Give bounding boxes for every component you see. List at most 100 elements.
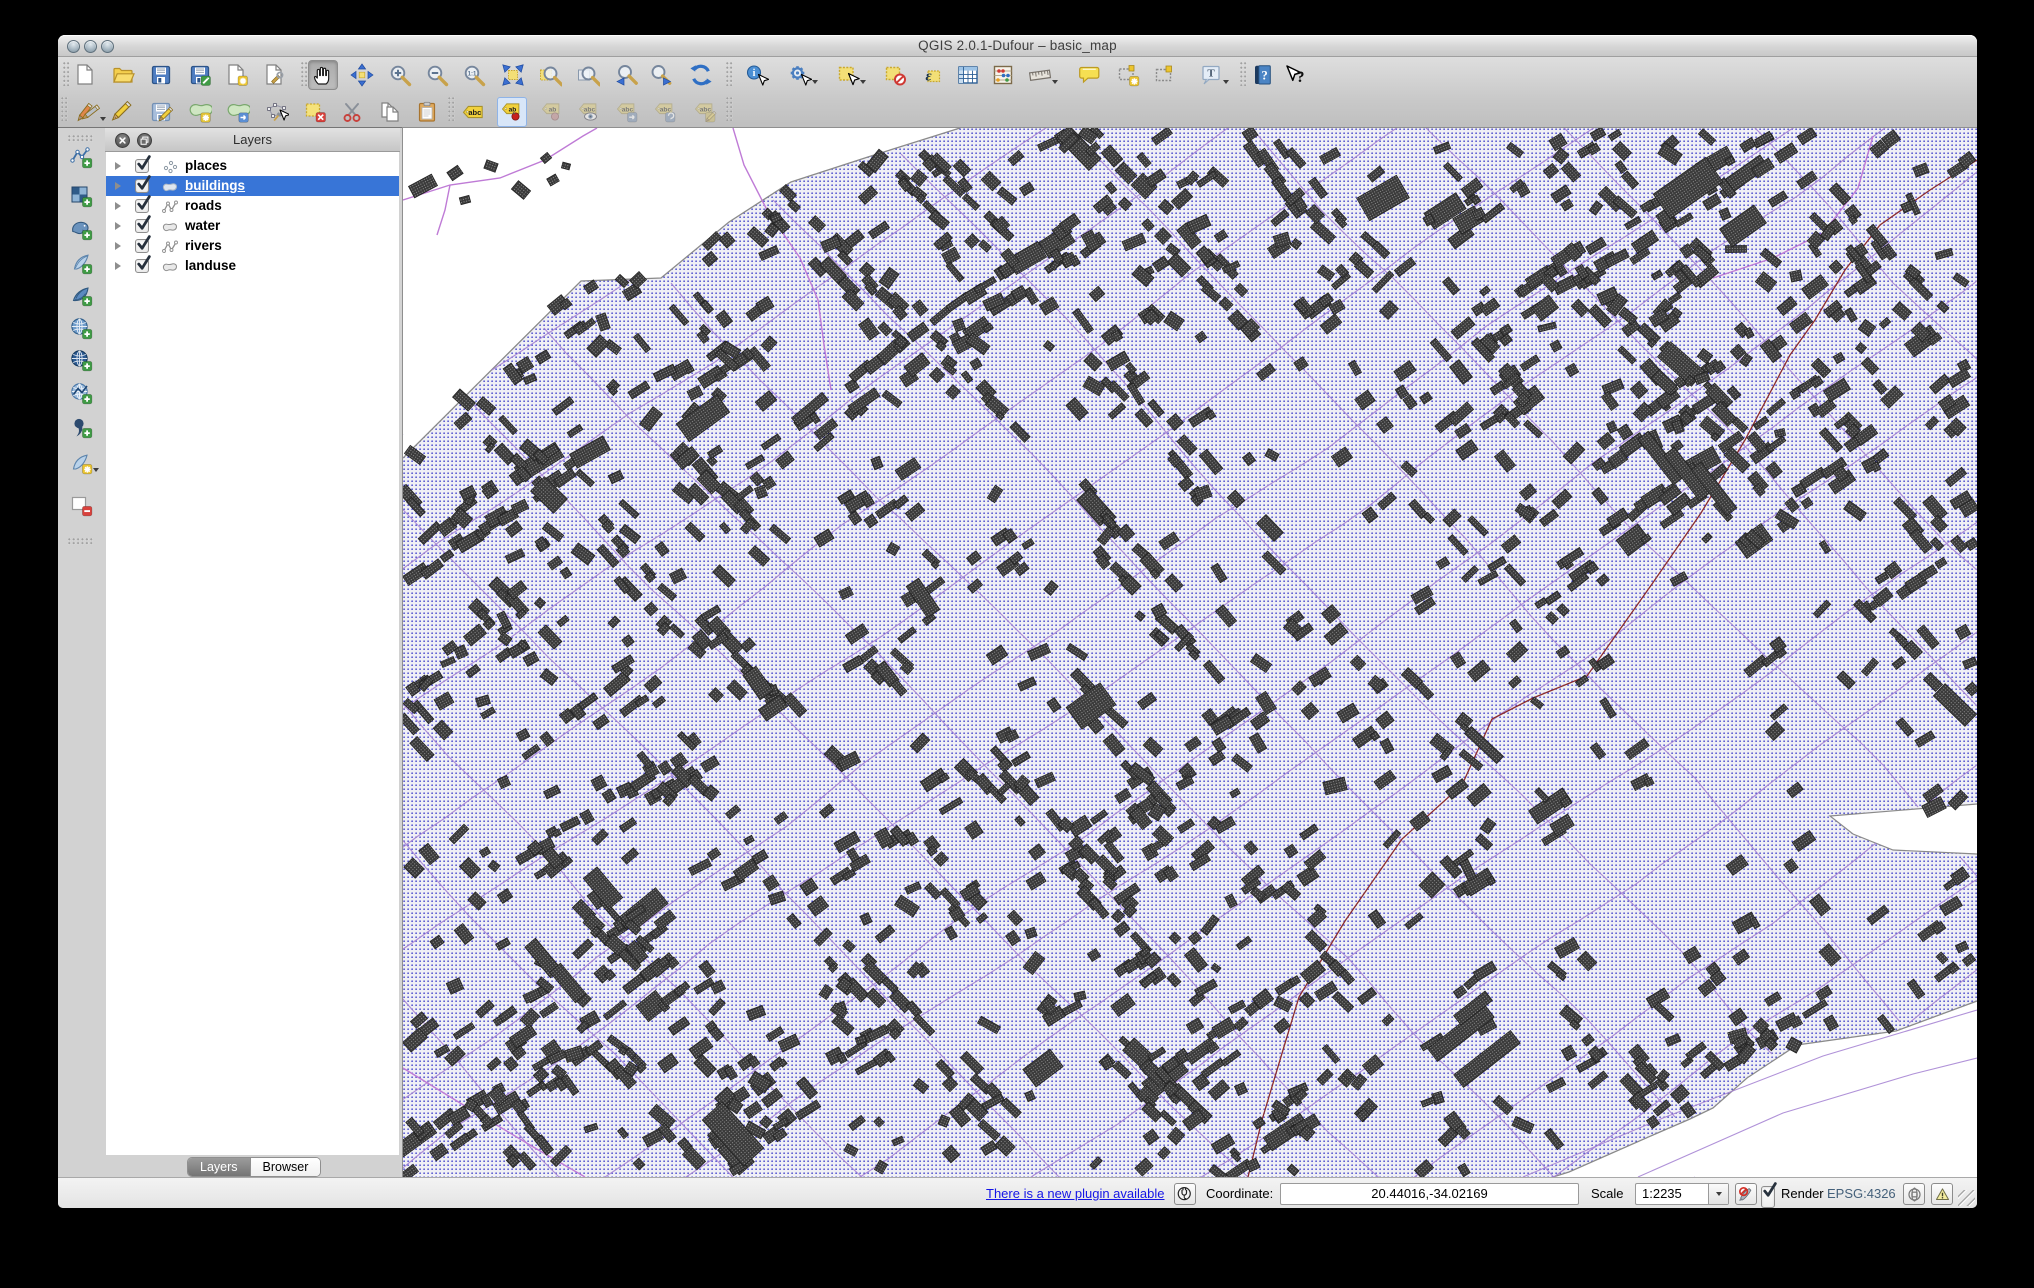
zoom-next-button[interactable] [646, 60, 676, 90]
expand-arrow-icon[interactable] [115, 262, 121, 270]
layer-checkbox[interactable] [135, 159, 149, 173]
labeling-button[interactable]: abc [458, 97, 488, 127]
add-delimited-text-layer-button[interactable] [66, 412, 96, 442]
resize-grip[interactable] [1958, 1190, 1975, 1206]
add-raster-layer-button[interactable] [66, 181, 96, 211]
select-features-button[interactable] [833, 60, 863, 90]
map-tips-button[interactable] [1075, 60, 1105, 90]
new-shapefile-layer-button[interactable] [66, 448, 96, 478]
help-contents-button[interactable]: ? [1247, 60, 1277, 90]
toggle-editing-button[interactable] [106, 97, 136, 127]
message-log-button[interactable] [1931, 1183, 1953, 1205]
layer-row-water[interactable]: water [106, 216, 399, 236]
zoom-out-button[interactable] [422, 60, 452, 90]
layer-checkbox[interactable] [135, 199, 149, 213]
layer-row-places[interactable]: places [106, 156, 399, 176]
layer-checkbox[interactable] [135, 219, 149, 233]
coordinate-input[interactable]: 20.44016,-34.02169 [1280, 1183, 1579, 1205]
scale-dropdown-arrow[interactable] [1708, 1184, 1728, 1204]
zoom-to-selection-button[interactable] [535, 60, 565, 90]
layer-row-landuse[interactable]: landuse [106, 256, 399, 276]
save-project-as-button[interactable] [185, 60, 215, 90]
layer-checkbox[interactable] [135, 179, 149, 193]
add-wfs-layer-button[interactable] [66, 378, 96, 408]
add-spatialite-layer-button[interactable] [66, 248, 96, 278]
plugin-button[interactable] [1174, 1183, 1196, 1205]
text-annotation-dropdown-arrow[interactable] [1223, 80, 1229, 84]
zoom-in-button[interactable] [385, 60, 415, 90]
expand-arrow-icon[interactable] [115, 222, 121, 230]
move-feature-button[interactable] [223, 97, 253, 127]
measure-line-button[interactable] [1025, 60, 1055, 90]
open-attribute-table-button[interactable] [953, 60, 983, 90]
save-project-button[interactable] [146, 60, 176, 90]
copy-features-button[interactable] [375, 97, 405, 127]
composer-manager-button[interactable] [260, 60, 290, 90]
pan-to-selection-button[interactable] [347, 60, 377, 90]
move-label-button[interactable]: abc [612, 97, 642, 127]
layer-row-rivers[interactable]: rivers [106, 236, 399, 256]
measure-line-dropdown-arrow[interactable] [1052, 80, 1058, 84]
add-vector-layer-button[interactable] [66, 142, 96, 172]
layer-label[interactable]: water [185, 218, 220, 233]
current-edits-button[interactable] [73, 97, 103, 127]
layer-row-roads[interactable]: roads [106, 196, 399, 216]
zoom-to-layer-button[interactable] [573, 60, 603, 90]
layer-label[interactable]: landuse [185, 258, 236, 273]
layer-label[interactable]: rivers [185, 238, 222, 253]
zoom-full-button[interactable] [498, 60, 528, 90]
stop-render-button[interactable] [1735, 1183, 1757, 1205]
expand-arrow-icon[interactable] [115, 162, 121, 170]
panel-tab-browser[interactable]: Browser [250, 1158, 321, 1176]
node-tool-button[interactable] [262, 97, 292, 127]
layer-label[interactable]: places [185, 158, 227, 173]
crs-status-button[interactable] [1903, 1183, 1925, 1205]
add-wcs-layer-button[interactable] [66, 345, 96, 375]
deselect-features-button[interactable] [880, 60, 910, 90]
highlight-pinned-labels-button[interactable]: ab [537, 97, 567, 127]
show-bookmarks-button[interactable] [1149, 60, 1179, 90]
panel-tab-layers[interactable]: Layers [188, 1158, 250, 1176]
field-calculator-button[interactable] [988, 60, 1018, 90]
open-project-button[interactable] [108, 60, 138, 90]
run-feature-action-dropdown-arrow[interactable] [812, 80, 818, 84]
expand-arrow-icon[interactable] [115, 202, 121, 210]
select-features-dropdown-arrow[interactable] [860, 80, 866, 84]
expand-arrow-icon[interactable] [115, 242, 121, 250]
zoom-last-button[interactable] [611, 60, 641, 90]
cut-features-button[interactable] [337, 97, 367, 127]
title-bar[interactable]: QGIS 2.0.1-Dufour – basic_map [58, 35, 1977, 57]
add-feature-button[interactable] [185, 97, 215, 127]
add-wms-layer-button[interactable] [66, 313, 96, 343]
layer-label[interactable]: roads [185, 198, 222, 213]
pin-labels-button[interactable]: ab [497, 97, 527, 127]
scale-combobox[interactable]: 1:2235 [1635, 1183, 1729, 1205]
layer-row-buildings[interactable]: buildings [106, 176, 399, 196]
change-label-button[interactable]: abc [690, 97, 720, 127]
expand-arrow-icon[interactable] [115, 182, 121, 190]
text-annotation-button[interactable]: T [1196, 60, 1226, 90]
map-svg[interactable] [403, 128, 1977, 1177]
save-layer-edits-button[interactable] [146, 97, 176, 127]
new-shapefile-layer-dropdown-arrow[interactable] [93, 468, 99, 472]
show-hide-labels-button[interactable]: abc [574, 97, 604, 127]
add-mssql-layer-button[interactable] [66, 280, 96, 310]
layer-label[interactable]: buildings [185, 178, 245, 193]
add-postgis-layer-button[interactable] [66, 214, 96, 244]
pan-map-button[interactable] [308, 60, 338, 90]
remove-layer-button[interactable] [66, 490, 96, 520]
rotate-label-button[interactable]: abc [650, 97, 680, 127]
identify-features-button[interactable]: i [742, 60, 772, 90]
plugin-available-link[interactable]: There is a new plugin available [986, 1183, 1165, 1205]
delete-selected-button[interactable] [300, 97, 330, 127]
map-canvas[interactable] [402, 127, 1977, 1177]
layer-checkbox[interactable] [135, 259, 149, 273]
new-bookmark-button[interactable] [1113, 60, 1143, 90]
new-composer-button[interactable] [222, 60, 252, 90]
layer-checkbox[interactable] [135, 239, 149, 253]
whats-this-button[interactable]: ? [1281, 60, 1311, 90]
refresh-map-button[interactable] [686, 60, 716, 90]
select-by-expression-button[interactable]: ε [916, 60, 946, 90]
paste-features-button[interactable] [412, 97, 442, 127]
render-checkbox[interactable] [1761, 1186, 1775, 1208]
